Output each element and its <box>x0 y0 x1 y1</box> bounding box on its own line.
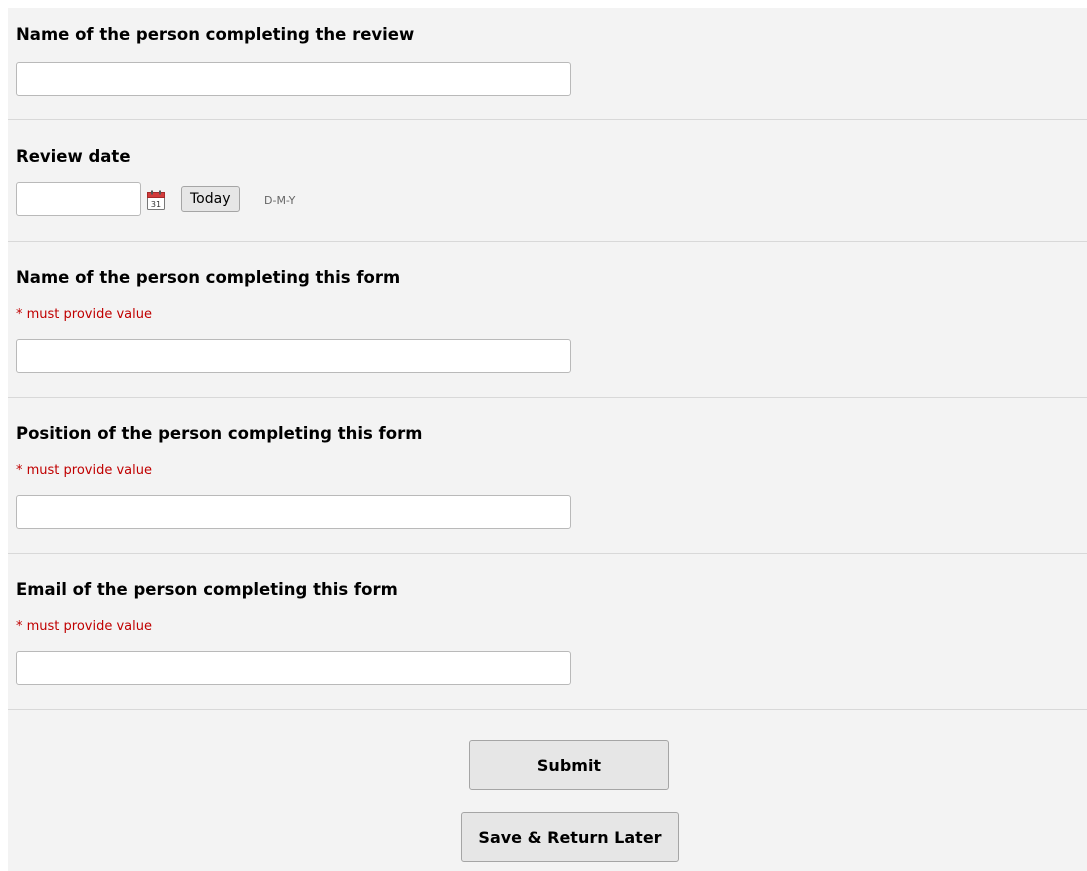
form-email-required-note: * must provide value <box>16 619 152 634</box>
form-position-required-note: * must provide value <box>16 463 152 478</box>
form-name-label: Name of the person completing this form <box>16 268 401 287</box>
field-review-name: Name of the person completing the review <box>8 8 1087 120</box>
form-email-label: Email of the person completing this form <box>16 580 398 599</box>
today-button[interactable]: Today <box>181 186 240 212</box>
save-return-later-button[interactable]: Save & Return Later <box>461 812 679 862</box>
field-review-date: Review date 31 Today D-M-Y <box>8 120 1087 242</box>
form-name-input[interactable] <box>16 339 571 373</box>
svg-text:31: 31 <box>151 200 161 209</box>
submit-button[interactable]: Submit <box>469 740 669 790</box>
date-format-hint: D-M-Y <box>264 194 296 207</box>
form-name-required-note: * must provide value <box>16 307 152 322</box>
review-date-input[interactable] <box>16 182 141 216</box>
review-name-label: Name of the person completing the review <box>16 25 415 44</box>
form-email-input[interactable] <box>16 651 571 685</box>
field-form-position: Position of the person completing this f… <box>8 398 1087 554</box>
form-position-input[interactable] <box>16 495 571 529</box>
form-position-label: Position of the person completing this f… <box>16 424 423 443</box>
review-name-input[interactable] <box>16 62 571 96</box>
survey-form: Name of the person completing the review… <box>8 8 1087 871</box>
review-date-label: Review date <box>16 147 131 166</box>
calendar-icon[interactable]: 31 <box>147 190 165 210</box>
field-form-email: Email of the person completing this form… <box>8 554 1087 710</box>
field-form-name: Name of the person completing this form … <box>8 242 1087 398</box>
